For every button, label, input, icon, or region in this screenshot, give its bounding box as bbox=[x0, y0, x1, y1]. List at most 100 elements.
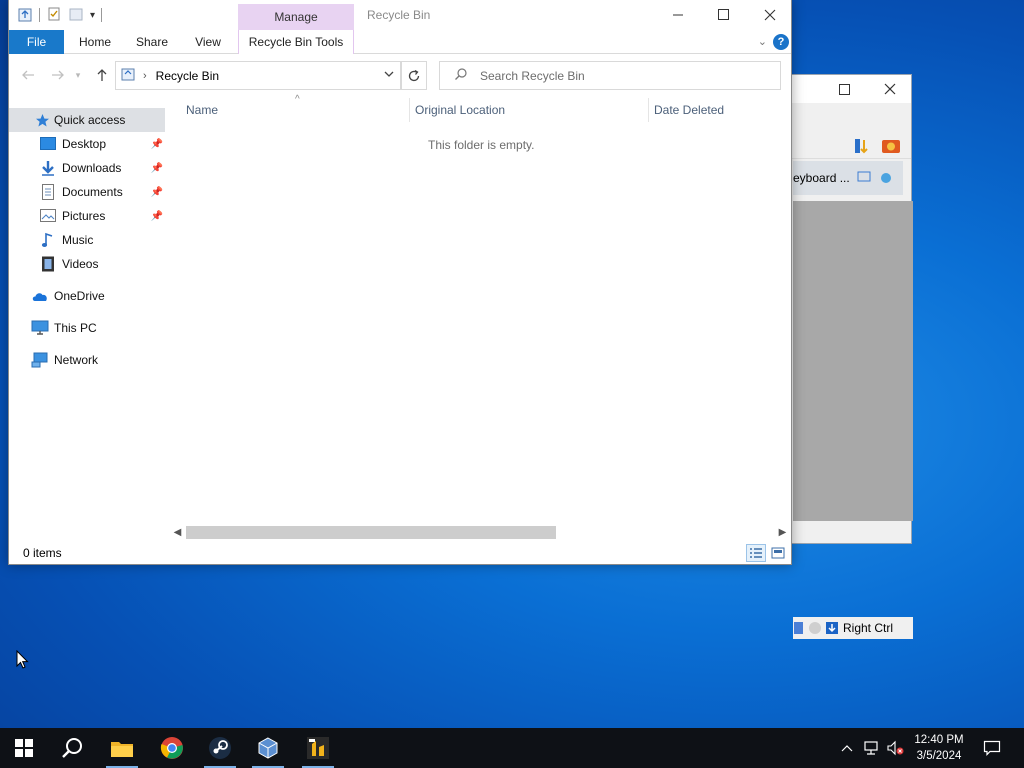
taskbar-app[interactable] bbox=[294, 728, 342, 768]
nav-pictures[interactable]: Pictures 📌 bbox=[9, 204, 165, 228]
tray-network[interactable] bbox=[860, 728, 882, 768]
clock[interactable]: 12:40 PM 3/5/2024 bbox=[905, 732, 973, 764]
up-button[interactable] bbox=[91, 64, 113, 86]
window-title: Recycle Bin bbox=[367, 8, 431, 22]
vbox-close-button[interactable] bbox=[867, 75, 913, 103]
network-icon bbox=[31, 351, 49, 369]
details-view-button[interactable] bbox=[746, 544, 766, 562]
scrollbar-thumb[interactable] bbox=[186, 526, 556, 539]
vbox-status-icons bbox=[793, 621, 839, 635]
help-icon[interactable]: ? bbox=[773, 34, 789, 50]
refresh-button[interactable] bbox=[400, 61, 427, 90]
back-button[interactable] bbox=[17, 64, 39, 86]
nav-label: Desktop bbox=[62, 137, 107, 151]
videos-icon bbox=[39, 255, 57, 273]
onedrive-icon bbox=[31, 287, 49, 305]
virtualbox-window[interactable]: eyboard ... Right Ctrl bbox=[780, 74, 913, 639]
nav-label: Documents bbox=[62, 185, 123, 199]
taskbar-file-explorer[interactable] bbox=[98, 728, 146, 768]
tab-view[interactable]: View bbox=[185, 30, 231, 54]
breadcrumb-recycle-bin[interactable]: Recycle Bin bbox=[156, 69, 219, 83]
file-explorer-icon bbox=[111, 742, 133, 757]
download-icon bbox=[39, 159, 57, 177]
nav-label: This PC bbox=[54, 321, 97, 335]
address-dropdown-icon[interactable] bbox=[383, 68, 395, 83]
address-bar[interactable]: › Recycle Bin bbox=[115, 61, 402, 90]
explorer-window[interactable]: ▾ Manage Recycle Bin File Home Share Vie… bbox=[8, 0, 792, 565]
nav-onedrive[interactable]: OneDrive bbox=[9, 284, 165, 308]
close-icon bbox=[884, 83, 896, 95]
quick-access-toolbar: ▾ bbox=[9, 0, 103, 30]
documents-icon bbox=[39, 183, 57, 201]
taskbar-search-button[interactable] bbox=[48, 728, 96, 768]
nav-quick-access[interactable]: Quick access bbox=[9, 108, 165, 132]
vbox-vm-list-item[interactable]: eyboard ... bbox=[793, 161, 903, 195]
search-icon bbox=[62, 738, 82, 758]
horizontal-scrollbar[interactable]: ◀ ▶ bbox=[169, 524, 791, 541]
steam-icon bbox=[209, 737, 231, 759]
tab-home[interactable]: Home bbox=[71, 30, 119, 54]
chevron-up-icon bbox=[841, 745, 853, 752]
vbox-settings-icon bbox=[857, 171, 871, 186]
maximize-icon bbox=[718, 9, 729, 20]
taskbar-steam[interactable] bbox=[196, 728, 244, 768]
desktop-icon bbox=[39, 135, 57, 153]
up-arrow-icon bbox=[97, 69, 107, 81]
new-folder-icon[interactable] bbox=[68, 6, 84, 25]
properties-icon[interactable] bbox=[46, 6, 62, 25]
nav-label: Music bbox=[62, 233, 94, 247]
qat-dropdown-icon[interactable]: ▾ bbox=[90, 10, 95, 21]
column-name[interactable]: Name bbox=[186, 103, 218, 117]
nav-downloads[interactable]: Downloads 📌 bbox=[9, 156, 165, 180]
vbox-maximize-button[interactable] bbox=[821, 75, 867, 103]
scroll-right-icon[interactable]: ▶ bbox=[774, 524, 791, 541]
column-original-location[interactable]: Original Location bbox=[415, 103, 505, 117]
forward-button[interactable] bbox=[47, 64, 69, 86]
search-box[interactable]: Search Recycle Bin bbox=[439, 61, 781, 90]
recent-locations-icon[interactable]: ▾ bbox=[71, 64, 85, 86]
close-button[interactable] bbox=[747, 0, 793, 30]
tab-recycle-bin-tools[interactable]: Recycle Bin Tools bbox=[238, 30, 354, 54]
show-hidden-icons-button[interactable] bbox=[838, 728, 856, 768]
virtualbox-icon bbox=[258, 737, 278, 759]
nav-documents[interactable]: Documents 📌 bbox=[9, 180, 165, 204]
breadcrumb-chevron-icon[interactable]: › bbox=[143, 70, 147, 82]
column-divider[interactable] bbox=[648, 98, 649, 122]
nav-label: Network bbox=[54, 353, 99, 367]
tray-volume[interactable] bbox=[884, 728, 906, 768]
minimize-button[interactable] bbox=[655, 0, 701, 30]
large-icons-view-icon bbox=[771, 547, 785, 559]
vbox-toolbar bbox=[781, 133, 911, 159]
nav-label: Quick access bbox=[54, 113, 126, 127]
large-icons-view-button[interactable] bbox=[768, 544, 788, 562]
chrome-icon bbox=[160, 737, 183, 759]
close-icon bbox=[764, 9, 776, 21]
tab-file[interactable]: File bbox=[9, 30, 64, 54]
tab-share[interactable]: Share bbox=[129, 30, 175, 54]
empty-folder-message: This folder is empty. bbox=[428, 138, 535, 152]
taskbar-virtualbox[interactable] bbox=[244, 728, 292, 768]
vbox-tools-icon[interactable] bbox=[881, 137, 901, 158]
windows-logo-icon bbox=[15, 739, 33, 757]
nav-desktop[interactable]: Desktop 📌 bbox=[9, 132, 165, 156]
nav-videos[interactable]: Videos bbox=[9, 252, 165, 276]
taskbar-chrome[interactable] bbox=[148, 728, 196, 768]
qat-separator bbox=[101, 8, 103, 22]
vbox-sort-icon[interactable] bbox=[853, 137, 871, 158]
nav-music[interactable]: Music bbox=[9, 228, 165, 252]
nav-network[interactable]: Network bbox=[9, 348, 165, 372]
column-headers: ^ Name Original Location Date Deleted bbox=[177, 94, 791, 124]
nav-this-pc[interactable]: This PC bbox=[9, 316, 165, 340]
start-button[interactable] bbox=[0, 728, 48, 768]
manage-context-tab[interactable]: Manage bbox=[238, 4, 354, 30]
action-center-button[interactable] bbox=[978, 728, 1006, 768]
column-date-deleted[interactable]: Date Deleted bbox=[654, 103, 724, 117]
forward-arrow-icon bbox=[52, 70, 64, 80]
column-divider[interactable] bbox=[409, 98, 410, 122]
maximize-button[interactable] bbox=[701, 0, 747, 30]
pin-icon: 📌 bbox=[150, 186, 163, 198]
expand-ribbon-icon[interactable]: ⌄ bbox=[758, 35, 767, 48]
search-input[interactable]: Search Recycle Bin bbox=[480, 69, 585, 83]
scroll-left-icon[interactable]: ◀ bbox=[169, 524, 186, 541]
maximize-icon bbox=[838, 83, 850, 95]
